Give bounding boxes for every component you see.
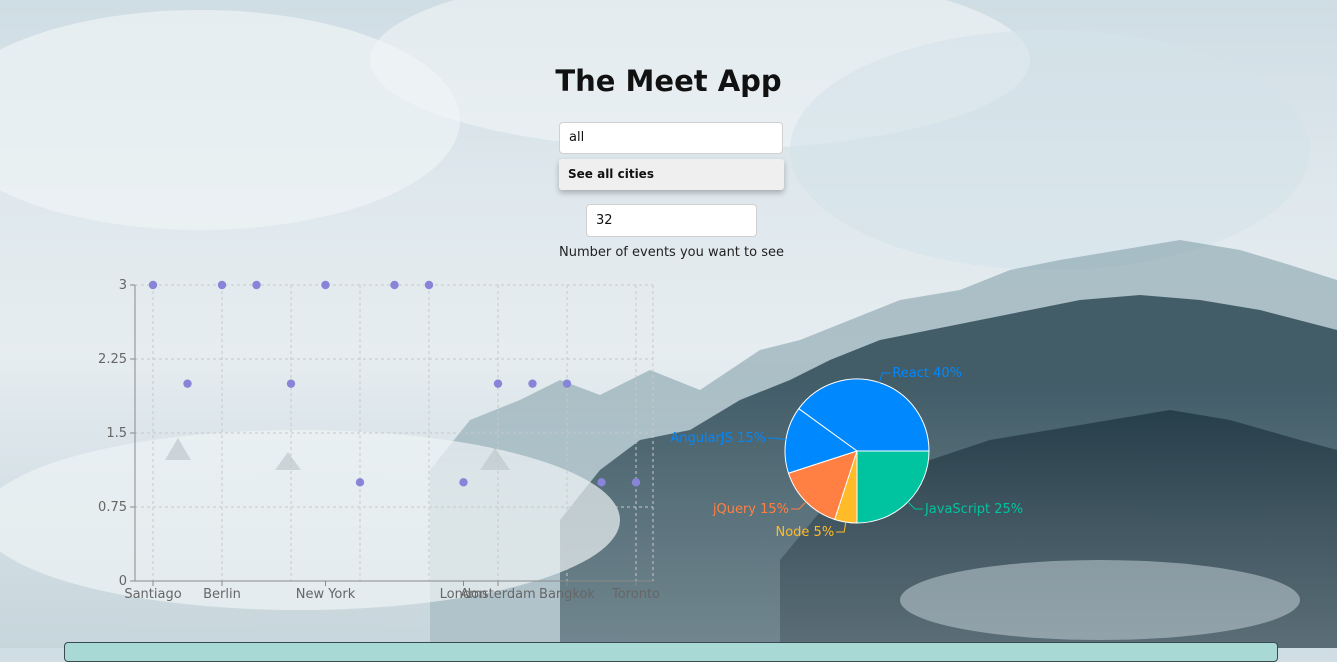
scatter-point[interactable] <box>252 280 261 290</box>
scatter-point[interactable] <box>528 379 537 388</box>
scatter-x-tick-label: Bangkok <box>539 587 595 602</box>
scatter-point[interactable] <box>631 478 641 487</box>
scatter-point[interactable] <box>183 379 192 388</box>
scatter-x-tick-label: Toronto <box>611 587 660 602</box>
scatter-x-tick-label: Amsterdam <box>460 587 535 602</box>
number-of-events-input[interactable]: 32 <box>586 204 757 237</box>
pie-slice-javascript[interactable] <box>856 450 930 524</box>
see-all-cities-suggestion[interactable]: See all cities <box>559 159 784 190</box>
scatter-point[interactable] <box>597 478 606 487</box>
pie-label-react: React 40% <box>892 366 962 381</box>
scatter-point[interactable] <box>355 478 365 487</box>
scatter-point[interactable] <box>321 280 330 290</box>
scatter-y-tick-label: 2.25 <box>98 352 127 367</box>
scatter-y-tick-label: 1.5 <box>106 426 127 441</box>
events-by-city-scatter-chart: 00.751.52.253Santiago Berlin New York Londo… <box>98 278 660 602</box>
event-list-panel <box>64 642 1278 662</box>
pie-label-javascript: JavaScript 25% <box>924 502 1023 517</box>
pie-label-line <box>836 522 847 533</box>
pie-label-line <box>768 437 786 441</box>
pie-label-jquery: jQuery 15% <box>712 502 789 517</box>
scatter-grid <box>135 284 654 582</box>
pie-label-node: Node 5% <box>775 525 834 540</box>
scatter-y-tick-label: 0.75 <box>98 500 127 515</box>
pie-label-angularjs: AngularJS 15% <box>670 431 766 446</box>
scatter-point[interactable] <box>217 280 227 290</box>
scatter-point[interactable] <box>148 280 158 290</box>
scatter-point[interactable] <box>424 280 434 290</box>
scatter-x-tick-label: Berlin <box>203 587 241 602</box>
scatter-point[interactable] <box>562 379 572 388</box>
city-search-input[interactable]: all <box>559 122 783 154</box>
pie-label-line <box>878 372 891 383</box>
scatter-y-tick-label: 3 <box>119 278 127 293</box>
scatter-point[interactable] <box>493 379 503 388</box>
number-of-events-label: Number of events you want to see <box>559 245 784 260</box>
scatter-point[interactable] <box>459 478 468 487</box>
app-root: The Meet App all See all cities 32 Numbe… <box>0 0 1337 662</box>
scatter-point[interactable] <box>286 379 296 388</box>
scatter-x-tick-label: New York <box>296 587 356 602</box>
event-genres-pie-chart: React 40% AngularJS 15% jQuery 15% Node 5% J… <box>670 366 1023 540</box>
scatter-point[interactable] <box>390 280 399 290</box>
pie-label-line <box>907 501 923 510</box>
scatter-x-tick-label: Santiago <box>124 587 181 602</box>
app-title: The Meet App <box>555 64 782 98</box>
pie-label-line <box>791 501 807 510</box>
